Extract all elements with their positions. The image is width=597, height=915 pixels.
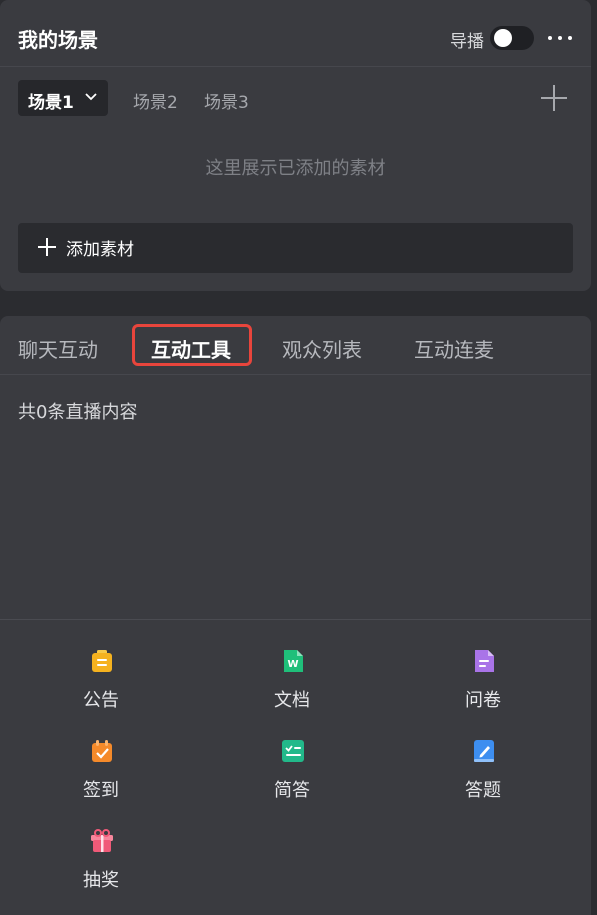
- scene-tab-1[interactable]: 场景1: [18, 80, 108, 116]
- tab-interaction-tools[interactable]: 互动工具: [151, 334, 231, 363]
- add-material-button[interactable]: 添加素材: [18, 223, 573, 273]
- tool-label: 文档: [274, 690, 310, 711]
- tool-short-answer[interactable]: 简答: [232, 738, 352, 818]
- director-toggle[interactable]: [490, 26, 534, 50]
- toggle-knob: [494, 29, 512, 47]
- tool-questionnaire[interactable]: 问卷: [423, 648, 543, 728]
- quiz-icon: [474, 740, 494, 762]
- tool-checkin[interactable]: 签到: [41, 738, 161, 818]
- questionnaire-icon: [475, 650, 494, 672]
- tool-label: 抽奖: [83, 870, 119, 891]
- tab-chat-interaction[interactable]: 聊天互动: [18, 334, 98, 363]
- chevron-down-icon: [85, 93, 97, 101]
- tool-label: 公告: [83, 690, 119, 711]
- tab-interactive-mic[interactable]: 互动连麦: [414, 334, 494, 363]
- tab-audience-list[interactable]: 观众列表: [282, 334, 362, 363]
- tool-lottery[interactable]: 抽奖: [41, 828, 161, 908]
- svg-text:W: W: [287, 659, 298, 670]
- scene-tab-3[interactable]: 场景3: [204, 88, 249, 113]
- short-answer-icon: [282, 740, 304, 762]
- add-material-label: 添加素材: [66, 240, 134, 260]
- scene-header: 我的场景 导播: [0, 0, 591, 67]
- announcement-icon: [92, 650, 112, 672]
- tool-label: 简答: [274, 780, 310, 801]
- lottery-icon: [91, 829, 113, 852]
- document-icon: W: [284, 650, 303, 672]
- tools-area: 公告 W 文档 问卷 签到 简答 答题 抽奖: [0, 619, 591, 915]
- scene-tab-label: 场景1: [28, 93, 74, 113]
- content-count: 共0条直播内容: [18, 402, 138, 423]
- tool-quiz[interactable]: 答题: [423, 738, 543, 818]
- add-scene-plus-icon[interactable]: [541, 85, 567, 111]
- tool-label: 答题: [465, 780, 501, 801]
- checkin-icon: [92, 740, 112, 762]
- scene-panel: 我的场景 导播 场景1 场景2 场景3 这里展示已添加的素材 添加素材: [0, 0, 591, 291]
- plus-icon: [38, 238, 56, 256]
- tool-announcement[interactable]: 公告: [41, 648, 161, 728]
- tool-document[interactable]: W 文档: [232, 648, 352, 728]
- material-placeholder: 这里展示已添加的素材: [205, 158, 386, 179]
- director-label: 导播: [450, 32, 484, 52]
- more-icon[interactable]: [548, 36, 572, 42]
- scene-title: 我的场景: [18, 28, 98, 52]
- tool-label: 问卷: [465, 690, 501, 711]
- interaction-panel: 聊天互动 互动工具 观众列表 互动连麦 共0条直播内容 公告 W 文档 问卷 签…: [0, 316, 591, 915]
- scene-tab-2[interactable]: 场景2: [133, 88, 178, 113]
- tool-label: 签到: [83, 780, 119, 801]
- interaction-tabs: 聊天互动 互动工具 观众列表 互动连麦: [0, 316, 591, 375]
